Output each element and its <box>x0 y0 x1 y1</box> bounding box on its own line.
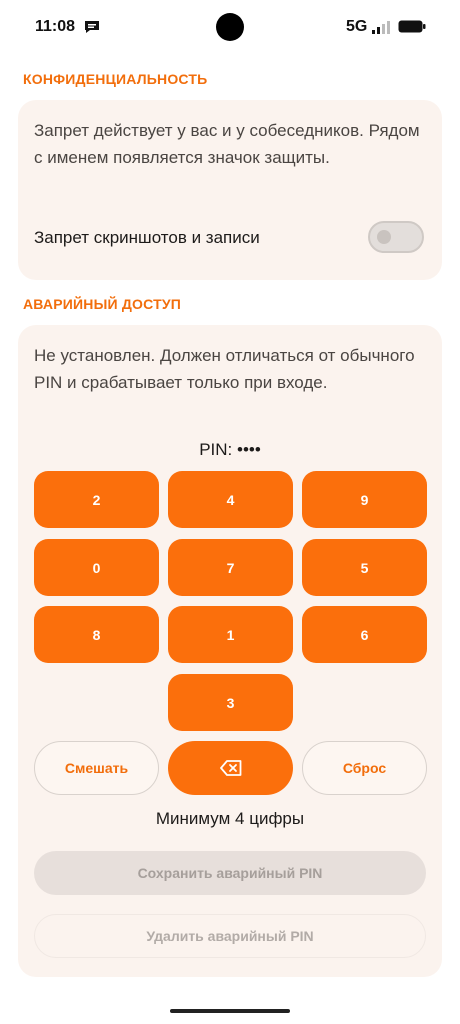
save-emergency-pin-button[interactable]: Сохранить аварийный PIN <box>34 851 426 895</box>
pin-key[interactable]: 8 <box>34 606 159 663</box>
pin-key[interactable]: 0 <box>34 539 159 596</box>
reset-button[interactable]: Сброс <box>302 741 427 795</box>
pin-key[interactable]: 7 <box>168 539 293 596</box>
message-icon <box>85 21 99 33</box>
status-time: 11:08 <box>35 18 76 35</box>
toggle-knob <box>377 230 391 244</box>
delete-emergency-pin-button[interactable]: Удалить аварийный PIN <box>34 914 426 958</box>
emergency-card: Не установлен. Должен отличаться от обыч… <box>18 325 442 977</box>
pin-display: PIN: •••• <box>199 440 261 459</box>
privacy-section-title: КОНФИДЕНЦИАЛЬНОСТЬ <box>23 71 208 87</box>
screenshot-block-label: Запрет скриншотов и записи <box>34 228 260 247</box>
shuffle-button[interactable]: Смешать <box>34 741 159 795</box>
privacy-description: Запрет действует у вас и у собеседников.… <box>34 121 420 167</box>
privacy-card: Запрет действует у вас и у собеседников.… <box>18 100 442 280</box>
emergency-description: Не установлен. Должен отличаться от обыч… <box>34 346 415 392</box>
front-camera <box>216 13 244 41</box>
network-type: 5G <box>346 18 368 35</box>
backspace-button[interactable] <box>168 741 293 795</box>
pin-key[interactable]: 6 <box>302 606 427 663</box>
battery-icon <box>398 20 426 33</box>
emergency-section-title: АВАРИЙНЫЙ ДОСТУП <box>23 296 182 312</box>
signal-icon <box>372 21 390 34</box>
pin-key[interactable]: 2 <box>34 471 159 528</box>
pin-key[interactable]: 1 <box>168 606 293 663</box>
pin-key[interactable]: 4 <box>168 471 293 528</box>
home-indicator[interactable] <box>170 1009 290 1013</box>
pin-hint: Минимум 4 цифры <box>155 809 305 828</box>
pin-key[interactable]: 5 <box>302 539 427 596</box>
screenshot-block-toggle[interactable] <box>368 221 424 253</box>
pin-key[interactable]: 3 <box>168 674 293 731</box>
pin-key[interactable]: 9 <box>302 471 427 528</box>
status-bar: 11:08 5G <box>0 0 460 56</box>
backspace-icon <box>219 760 241 776</box>
